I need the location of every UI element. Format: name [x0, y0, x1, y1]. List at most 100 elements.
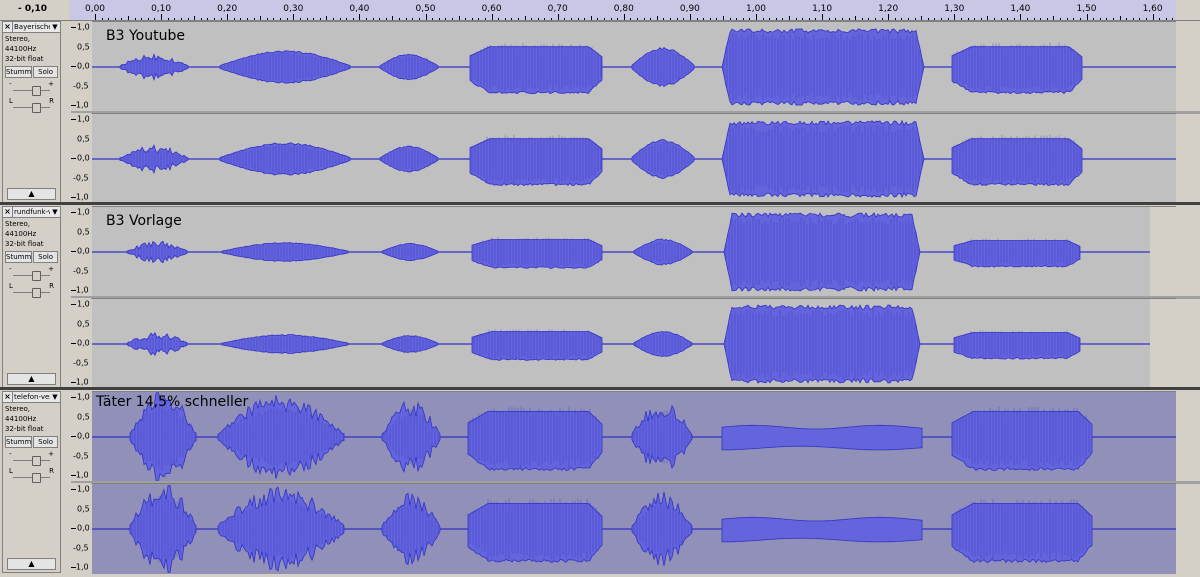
ruler-tick-label: 0,20: [217, 4, 238, 14]
audio-channel-left[interactable]: B3 Youtube: [92, 21, 1176, 112]
ruler-major-tick: [161, 14, 163, 20]
ruler-minor-tick: [603, 18, 605, 20]
ruler-minor-tick: [531, 18, 533, 20]
gain-minus-label: -: [9, 450, 12, 458]
track-name[interactable]: telefon-ver: [13, 392, 50, 402]
waveform[interactable]: [92, 114, 1176, 204]
track-name[interactable]: rundfunk-v: [13, 207, 50, 217]
ruler-tick-label: 0,30: [283, 4, 304, 14]
ruler-minor-tick: [1053, 16, 1055, 20]
ruler-minor-tick: [511, 18, 513, 20]
timeline-ruler[interactable]: - 0,10 0,00 0,10 0,20 0,30 0,40 0,50 0,60 0,70 0…: [0, 0, 1200, 21]
waveform[interactable]: [92, 22, 1176, 112]
waveform[interactable]: [92, 484, 1176, 574]
ruler-minor-tick: [584, 18, 586, 20]
track-label-text: B3 Youtube: [106, 28, 185, 44]
dropdown-arrow-icon[interactable]: ▼: [50, 392, 60, 402]
ruler-minor-tick: [1126, 18, 1128, 20]
ruler-minor-tick: [326, 16, 328, 20]
ruler-minor-tick: [861, 18, 863, 20]
ruler-minor-tick: [1119, 16, 1121, 20]
solo-button[interactable]: Solo: [33, 251, 58, 263]
gain-slider-thumb[interactable]: [32, 271, 41, 281]
ruler-major-tick: [293, 14, 295, 20]
gain-slider[interactable]: - +: [7, 450, 56, 466]
waveform-segment: [126, 240, 188, 264]
ruler-minor-tick: [1013, 18, 1015, 20]
scale-label: 0,5: [77, 42, 90, 51]
track-separator[interactable]: [0, 387, 1200, 390]
pan-slider-thumb[interactable]: [32, 103, 41, 113]
audio-channel-right[interactable]: [92, 298, 1176, 389]
waveform[interactable]: [92, 392, 1176, 482]
ruler-minor-tick: [1066, 18, 1068, 20]
audio-channel-left[interactable]: Täter 14,5% schneller: [92, 391, 1176, 482]
ruler-minor-tick: [233, 18, 235, 20]
scale-tick: [71, 251, 76, 252]
ruler-tick-label: 0,80: [613, 4, 634, 14]
solo-button[interactable]: Solo: [33, 436, 58, 448]
close-icon[interactable]: ×: [3, 392, 13, 402]
close-icon[interactable]: ×: [3, 22, 13, 32]
ruler-minor-tick: [412, 18, 414, 20]
collapse-arrow-icon[interactable]: ▲: [7, 188, 56, 200]
ruler-minor-tick: [154, 18, 156, 20]
gain-slider-thumb[interactable]: [32, 86, 41, 96]
ruler-minor-tick: [960, 18, 962, 20]
audio-channel-right[interactable]: [92, 483, 1176, 574]
track-name[interactable]: Bayerische: [13, 22, 50, 32]
scale-tick: [71, 290, 76, 291]
audio-channel-left[interactable]: B3 Vorlage: [92, 206, 1176, 297]
solo-button[interactable]: Solo: [33, 66, 58, 78]
collapse-arrow-icon[interactable]: ▲: [7, 558, 56, 570]
ruler-tick-label: 1,60: [1142, 4, 1163, 14]
mute-button[interactable]: Stumm: [5, 251, 33, 263]
scale-label: 1,0: [77, 22, 90, 32]
mute-button[interactable]: Stumm: [5, 436, 33, 448]
ruler-minor-tick: [240, 18, 242, 20]
pan-slider[interactable]: L R: [7, 282, 56, 298]
ruler-minor-tick: [1073, 18, 1075, 20]
ruler-minor-tick: [947, 18, 949, 20]
audio-channel-right[interactable]: [92, 113, 1176, 204]
gain-slider-thumb[interactable]: [32, 456, 41, 466]
ruler-minor-tick: [478, 18, 480, 20]
track-control-panel[interactable]: × telefon-ver ▼ Stereo, 44100Hz 32-bit f…: [2, 391, 61, 573]
gain-slider[interactable]: - +: [7, 80, 56, 96]
collapse-arrow-icon[interactable]: ▲: [7, 373, 56, 385]
track-control-panel[interactable]: × rundfunk-v ▼ Stereo, 44100Hz 32-bit fl…: [2, 206, 61, 388]
scale-label: 0,5: [77, 134, 90, 143]
track-control-panel[interactable]: × Bayerische ▼ Stereo, 44100Hz 32-bit fl…: [2, 21, 61, 203]
gain-slider[interactable]: - +: [7, 265, 56, 281]
scale-label: 0,0: [77, 431, 90, 441]
pan-slider[interactable]: L R: [7, 467, 56, 483]
dropdown-arrow-icon[interactable]: ▼: [50, 22, 60, 32]
ruler-minor-tick: [868, 18, 870, 20]
gain-plus-label: +: [48, 450, 54, 458]
ruler-minor-tick: [789, 16, 791, 20]
close-icon[interactable]: ×: [3, 207, 13, 217]
ruler-minor-tick: [551, 18, 553, 20]
pan-slider-thumb[interactable]: [32, 288, 41, 298]
track-separator[interactable]: [0, 202, 1200, 205]
ruler-minor-tick: [372, 18, 374, 20]
amplitude-scale: 1,0 0,0 -1,0 0,5 -0,5: [71, 483, 91, 573]
ruler-tick-label: 0,50: [415, 4, 436, 14]
dropdown-arrow-icon[interactable]: ▼: [50, 207, 60, 217]
mute-button[interactable]: Stumm: [5, 66, 33, 78]
ruler-minor-tick: [656, 16, 658, 20]
pan-slider[interactable]: L R: [7, 97, 56, 113]
ruler-minor-tick: [213, 18, 215, 20]
ruler-minor-tick: [114, 18, 116, 20]
ruler-minor-tick: [703, 18, 705, 20]
ruler-minor-tick: [405, 18, 407, 20]
ruler-minor-tick: [881, 18, 883, 20]
scale-tick: [71, 489, 76, 490]
scale-label: -0,5: [73, 81, 89, 90]
ruler-minor-tick: [101, 18, 103, 20]
scale-label: 0,0: [77, 61, 90, 71]
pan-slider-thumb[interactable]: [32, 473, 41, 483]
waveform[interactable]: [92, 299, 1150, 389]
waveform[interactable]: [92, 207, 1150, 297]
scale-tick: [71, 382, 76, 383]
